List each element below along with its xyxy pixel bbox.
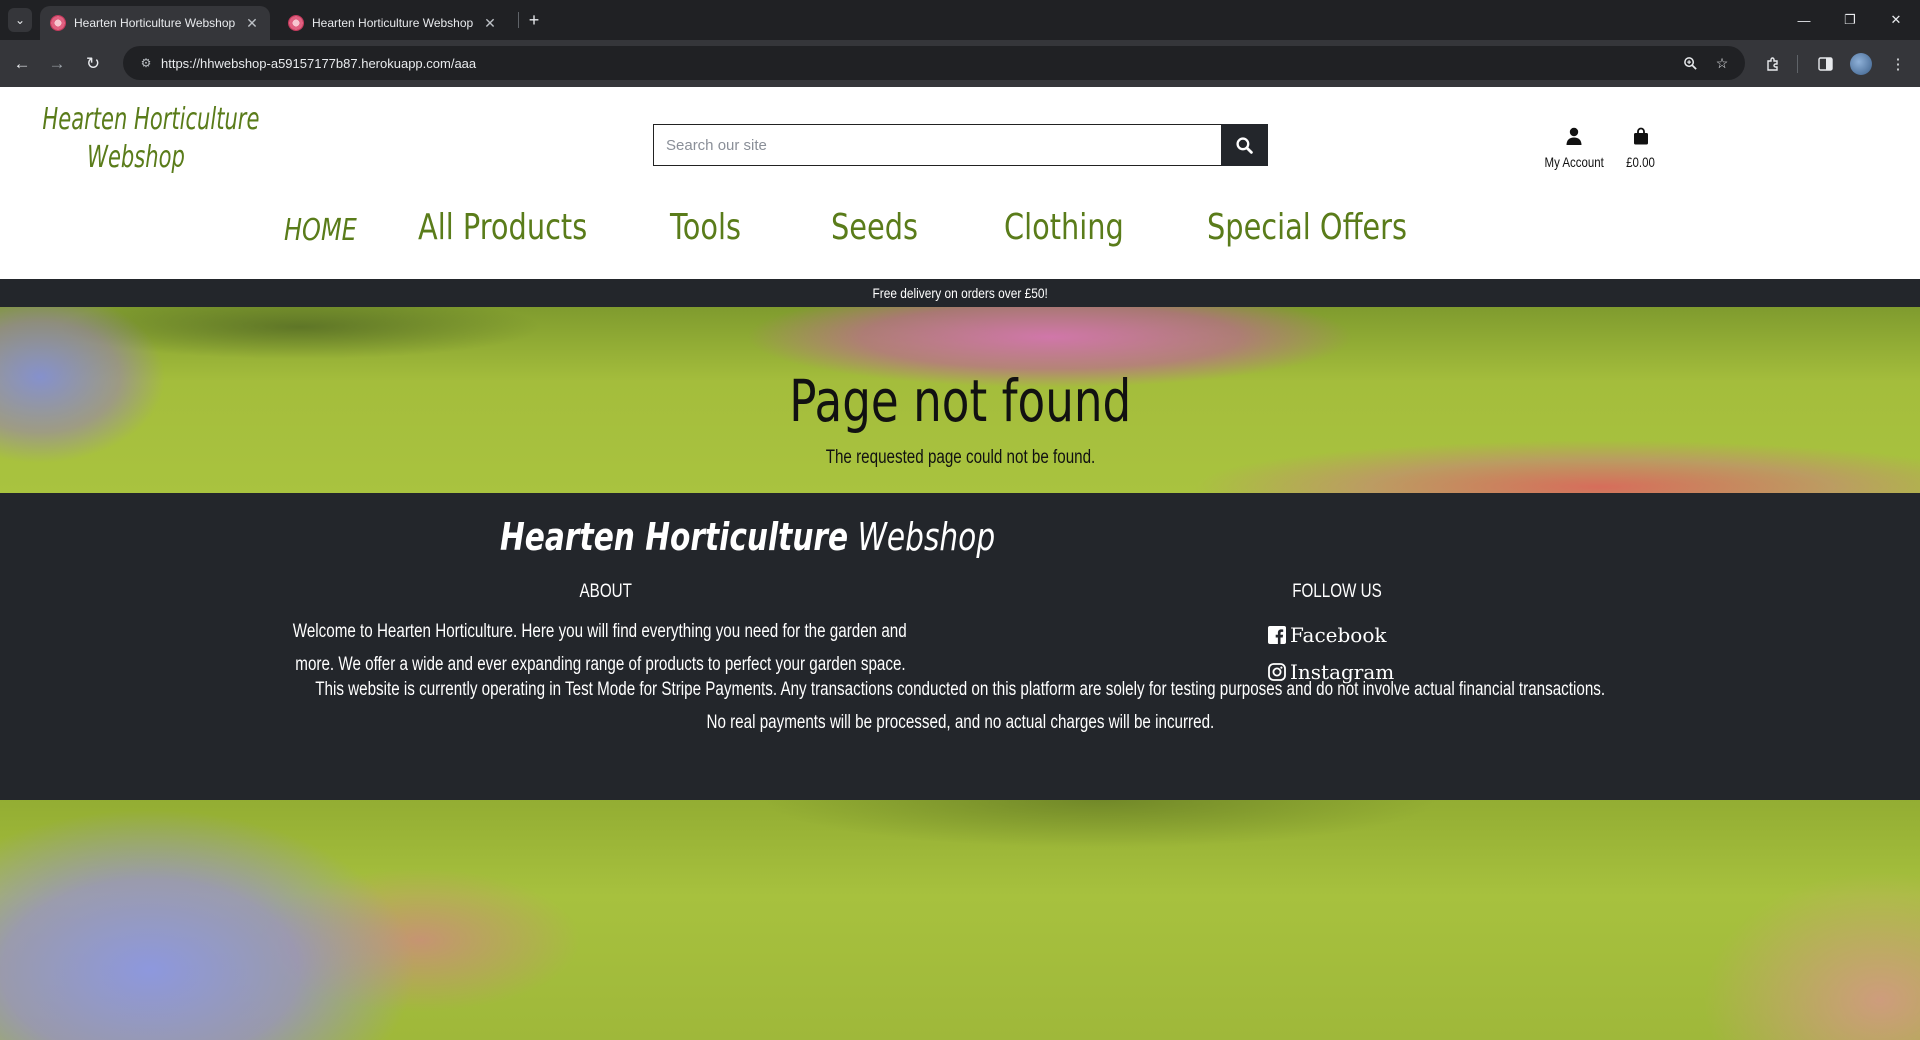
close-icon[interactable]: ✕: [244, 15, 260, 32]
side-panel-icon[interactable]: [1814, 53, 1836, 75]
test-mode-line: No real payments will be processed, and …: [706, 712, 1214, 733]
nav-seeds[interactable]: Seeds: [831, 207, 918, 248]
restore-icon[interactable]: ❐: [1830, 8, 1870, 32]
site-logo[interactable]: Hearten Horticulture Webshop: [16, 101, 260, 176]
my-account-label: My Account: [1544, 154, 1604, 170]
page-subtitle: The requested page could not be found.: [0, 447, 1920, 469]
cart-link[interactable]: £0.00: [1623, 123, 1658, 170]
page-subtitle-text: The requested page could not be found.: [825, 447, 1095, 468]
site-header: Hearten Horticulture Webshop My Account …: [0, 87, 1920, 279]
address-bar[interactable]: ⚙ https://hhwebshop-a59157177b87.herokua…: [123, 46, 1745, 80]
error-hero: Page not found The requested page could …: [0, 307, 1920, 493]
browser-tab[interactable]: Hearten Horticulture Webshop ✕: [278, 6, 508, 40]
site-search: [653, 124, 1268, 166]
browser-tab-active[interactable]: Hearten Horticulture Webshop ✕: [40, 6, 270, 40]
about-line: Welcome to Hearten Horticulture. Here yo…: [293, 621, 907, 642]
footer-logo[interactable]: Hearten Horticulture Webshop: [500, 515, 995, 559]
toolbar-divider: [1797, 55, 1798, 73]
shopping-bag-icon: [1633, 123, 1649, 145]
cart-total: £0.00: [1626, 154, 1655, 170]
back-arrow-icon[interactable]: ←: [9, 51, 35, 77]
tab-divider: [518, 12, 519, 28]
close-icon[interactable]: ✕: [482, 15, 498, 32]
logo-line2: Webshop: [87, 139, 185, 175]
about-heading: ABOUT: [579, 581, 632, 602]
delivery-banner-text: Free delivery on orders over £50!: [872, 285, 1048, 301]
test-mode-line: This website is currently operating in T…: [315, 679, 1605, 700]
user-icon: [1566, 123, 1582, 145]
search-button[interactable]: [1221, 124, 1268, 166]
nav-all-products[interactable]: All Products: [418, 207, 587, 248]
site-footer: Hearten Horticulture Webshop ABOUT Welco…: [0, 493, 1920, 800]
test-mode-notice: This website is currently operating in T…: [0, 673, 1920, 739]
facebook-link[interactable]: Facebook: [1268, 623, 1386, 647]
window-close-icon[interactable]: ✕: [1876, 8, 1916, 32]
main-navigation: HOME All Products Tools Seeds Clothing S…: [0, 207, 1920, 267]
browser-tabstrip: ⌄ Hearten Horticulture Webshop ✕ Hearten…: [0, 0, 1920, 40]
tab-title: Hearten Horticulture Webshop: [312, 16, 474, 30]
background-garden-image: [0, 800, 1920, 1040]
logo-line1: Hearten Horticulture: [42, 102, 260, 137]
follow-heading: FOLLOW US: [1292, 581, 1382, 602]
site-favicon: [50, 15, 66, 31]
facebook-label: Facebook: [1290, 623, 1387, 647]
nav-home[interactable]: HOME: [284, 213, 357, 248]
nav-tools[interactable]: Tools: [670, 207, 741, 248]
minimize-icon[interactable]: —: [1784, 8, 1824, 32]
nav-clothing[interactable]: Clothing: [1004, 207, 1124, 248]
footer-logo-bold: Hearten Horticulture: [500, 515, 849, 559]
menu-kebab-icon[interactable]: ⋮: [1887, 53, 1909, 75]
facebook-icon: [1268, 626, 1286, 644]
my-account-link[interactable]: My Account: [1538, 123, 1610, 170]
webpage: Hearten Horticulture Webshop My Account …: [0, 87, 1920, 1040]
profile-avatar[interactable]: [1850, 53, 1872, 75]
new-tab-button[interactable]: +: [522, 8, 546, 32]
about-text: Welcome to Hearten Horticulture. Here yo…: [200, 615, 1000, 681]
zoom-icon[interactable]: [1681, 54, 1699, 72]
footer-logo-light: Webshop: [857, 515, 996, 559]
site-info-icon[interactable]: ⚙: [131, 56, 161, 70]
url-text: https://hhwebshop-a59157177b87.herokuapp…: [161, 55, 477, 71]
page-title-text: Page not found: [788, 367, 1132, 435]
reload-icon[interactable]: ↻: [80, 51, 106, 77]
tab-search-button[interactable]: ⌄: [8, 8, 32, 32]
page-title: Page not found: [0, 367, 1920, 435]
search-input[interactable]: [653, 124, 1221, 166]
extensions-icon[interactable]: [1762, 53, 1784, 75]
forward-arrow-icon[interactable]: →: [44, 51, 70, 77]
site-favicon: [288, 15, 304, 31]
browser-toolbar: ← → ↻ ⚙ https://hhwebshop-a59157177b87.h…: [0, 40, 1920, 87]
delivery-banner: Free delivery on orders over £50!: [0, 279, 1920, 307]
tab-title: Hearten Horticulture Webshop: [74, 16, 236, 30]
search-icon: [1236, 136, 1253, 154]
bookmark-star-icon[interactable]: ☆: [1713, 54, 1731, 72]
nav-special-offers[interactable]: Special Offers: [1207, 207, 1407, 248]
